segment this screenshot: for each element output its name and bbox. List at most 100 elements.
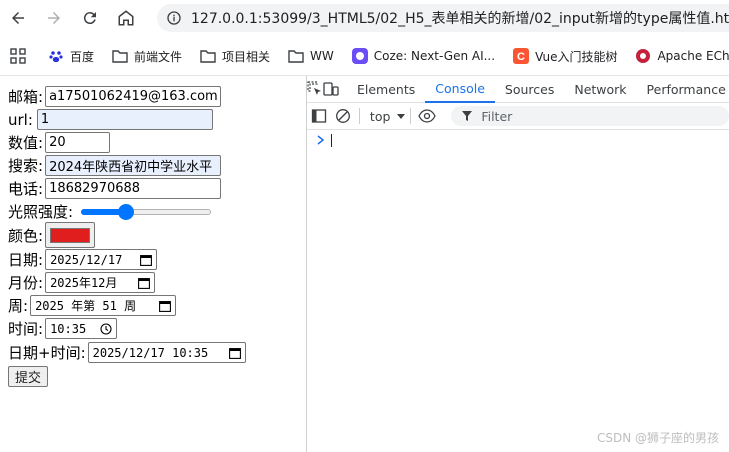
context-selector[interactable]: top bbox=[370, 109, 406, 124]
folder-icon bbox=[112, 48, 128, 64]
url-row: url: 1 bbox=[8, 109, 213, 130]
calendar-icon[interactable] bbox=[159, 300, 172, 312]
csdn-watermark: CSDN @狮子座的男孩 bbox=[596, 431, 719, 445]
console-filter-input[interactable]: Filter bbox=[451, 106, 729, 126]
tab-elements[interactable]: Elements bbox=[347, 76, 425, 103]
date-row: 日期: 2025/12/17 bbox=[8, 249, 158, 270]
clear-console-icon[interactable] bbox=[331, 103, 355, 129]
devtools-panel: Elements Console Sources Network Perform… bbox=[306, 76, 729, 452]
csdn-icon: C bbox=[513, 48, 530, 64]
week-value: 2025 年第 51 周 bbox=[35, 299, 137, 313]
tel-row: 电话: 18682970688 bbox=[8, 178, 222, 199]
week-row: 周: 2025 年第 51 周 bbox=[8, 295, 177, 316]
search-label: 搜索: bbox=[8, 157, 44, 175]
back-button[interactable] bbox=[0, 0, 36, 36]
range-label: 光照强度: bbox=[8, 203, 74, 221]
number-row: 数值: 20 bbox=[8, 132, 111, 153]
brightness-slider[interactable] bbox=[81, 203, 212, 220]
range-row: 光照强度: bbox=[8, 201, 212, 222]
tel-label: 电话: bbox=[8, 180, 44, 198]
devtools-tabbar: Elements Console Sources Network Perform… bbox=[307, 76, 729, 103]
coze-icon bbox=[351, 48, 368, 64]
apache-echarts-icon bbox=[635, 48, 651, 64]
email-row: 邮箱: a17501062419@163.com bbox=[8, 86, 222, 107]
clock-icon[interactable] bbox=[100, 322, 112, 335]
color-row: 颜色: bbox=[8, 222, 96, 248]
bookmark-label: 百度 bbox=[70, 49, 95, 64]
home-icon bbox=[118, 10, 134, 26]
bookmark-label: Vue入门技能树 bbox=[535, 49, 618, 64]
bookmark-project[interactable]: 项目相关 bbox=[200, 48, 270, 65]
url-field[interactable]: 1 bbox=[36, 109, 213, 130]
time-label: 时间: bbox=[8, 320, 44, 338]
calendar-icon[interactable] bbox=[140, 254, 153, 266]
number-label: 数值: bbox=[8, 134, 44, 152]
calendar-icon[interactable] bbox=[138, 277, 151, 289]
address-url[interactable]: 127.0.0.1:53099/3_HTML5/02_H5_表单相关的新增/02… bbox=[191, 8, 729, 28]
context-value: top bbox=[369, 108, 391, 124]
text-caret bbox=[331, 133, 332, 147]
apps-grid-icon[interactable] bbox=[10, 48, 26, 64]
week-field[interactable]: 2025 年第 51 周 bbox=[30, 295, 177, 316]
tab-sources[interactable]: Sources bbox=[495, 76, 564, 103]
bookmarks-bar: 百度 前端文件 项目相关 WW Coze: Next-Gen AI... C V… bbox=[0, 40, 729, 72]
console-toolbar: top Filter bbox=[307, 103, 729, 130]
bookmark-vue[interactable]: C Vue入门技能树 bbox=[513, 48, 617, 65]
submit-button[interactable]: 提交 bbox=[8, 366, 49, 387]
arrow-left-icon bbox=[12, 12, 24, 24]
inspect-element-icon[interactable] bbox=[307, 76, 323, 102]
bookmark-coze[interactable]: Coze: Next-Gen AI... bbox=[351, 48, 496, 64]
month-label: 月份: bbox=[8, 274, 44, 292]
tab-network[interactable]: Network bbox=[564, 76, 636, 103]
sidebar-toggle-icon[interactable] bbox=[307, 103, 331, 129]
home-button[interactable] bbox=[108, 0, 144, 36]
bookmark-label: 项目相关 bbox=[222, 49, 271, 64]
folder-icon bbox=[288, 48, 304, 64]
site-info-icon[interactable] bbox=[165, 9, 183, 27]
live-expression-eye-icon[interactable] bbox=[415, 103, 439, 129]
reload-button[interactable] bbox=[72, 0, 108, 36]
svg-text:C: C bbox=[517, 51, 525, 63]
email-field[interactable]: a17501062419@163.com bbox=[45, 86, 222, 107]
tab-console[interactable]: Console bbox=[425, 76, 495, 103]
color-label: 颜色: bbox=[8, 226, 44, 245]
reload-icon bbox=[83, 12, 96, 25]
color-picker[interactable] bbox=[45, 222, 96, 248]
number-field[interactable]: 20 bbox=[45, 132, 111, 153]
time-field[interactable]: 10:35 bbox=[45, 318, 118, 339]
color-swatch-fill bbox=[50, 227, 91, 243]
filter-icon bbox=[462, 111, 473, 121]
bookmark-label: 前端文件 bbox=[134, 49, 183, 64]
bookmark-label: Coze: Next-Gen AI... bbox=[373, 49, 496, 63]
tel-field[interactable]: 18682970688 bbox=[45, 178, 222, 199]
bookmark-ww[interactable]: WW bbox=[288, 48, 334, 64]
bookmark-apache-echarts[interactable]: Apache ECh bbox=[635, 48, 729, 64]
baidu-paw-icon bbox=[48, 48, 64, 64]
month-field[interactable]: 2025年12月 bbox=[45, 272, 156, 293]
month-value: 2025年12月 bbox=[50, 276, 118, 290]
prompt-chevron-icon bbox=[317, 135, 325, 145]
folder-icon bbox=[200, 48, 216, 64]
bookmark-baidu[interactable]: 百度 bbox=[48, 48, 94, 65]
filter-placeholder: Filter bbox=[481, 108, 513, 124]
address-bar[interactable]: 127.0.0.1:53099/3_HTML5/02_H5_表单相关的新增/02… bbox=[157, 4, 729, 32]
tab-performance[interactable]: Performance bbox=[637, 76, 729, 103]
chevron-down-icon bbox=[397, 114, 406, 119]
month-row: 月份: 2025年12月 bbox=[8, 272, 156, 293]
datetime-field[interactable]: 2025/12/17 10:35 bbox=[87, 342, 246, 363]
email-label: 邮箱: bbox=[8, 88, 44, 106]
toolbar-separator bbox=[410, 108, 412, 124]
device-toolbar-icon[interactable] bbox=[323, 76, 339, 102]
bookmark-label: WW bbox=[310, 49, 334, 63]
forward-button[interactable] bbox=[36, 0, 72, 36]
date-field[interactable]: 2025/12/17 bbox=[45, 249, 158, 270]
time-value: 10:35 bbox=[50, 321, 87, 336]
url-label: url: bbox=[8, 110, 33, 129]
slider-thumb[interactable] bbox=[117, 203, 134, 220]
console-prompt[interactable] bbox=[307, 130, 729, 150]
bookmark-frontend-files[interactable]: 前端文件 bbox=[112, 48, 182, 65]
search-input[interactable]: 2024年陕西省初中学业水平 bbox=[45, 155, 222, 176]
week-label: 周: bbox=[8, 297, 29, 315]
date-value: 2025/12/17 bbox=[50, 252, 123, 267]
calendar-icon[interactable] bbox=[228, 347, 241, 359]
